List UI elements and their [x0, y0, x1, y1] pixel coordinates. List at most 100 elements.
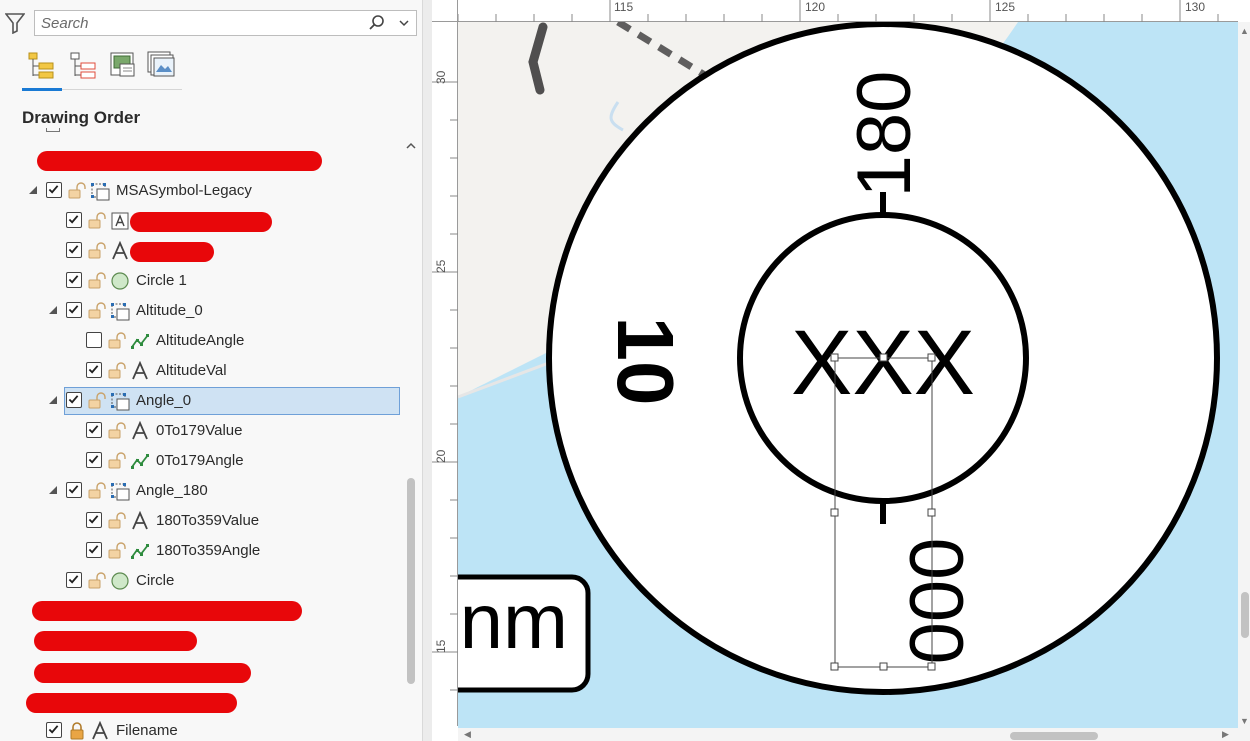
text-box-icon — [111, 212, 129, 230]
lock-icon[interactable] — [68, 722, 86, 740]
visibility-checkbox[interactable] — [66, 482, 82, 498]
tree-row-label: Altitude_0 — [136, 302, 203, 319]
ruler-label: 30 — [434, 70, 448, 84]
filter-icon[interactable] — [5, 12, 25, 34]
ruler-label: 15 — [434, 639, 448, 653]
unlock-icon[interactable] — [88, 242, 106, 260]
unlock-icon[interactable] — [88, 272, 106, 290]
circle-icon — [111, 572, 129, 590]
unlock-icon[interactable] — [88, 482, 106, 500]
center-label[interactable]: XXX — [791, 312, 975, 414]
tree-row[interactable]: Angle_0 — [0, 387, 400, 415]
scroll-up-icon[interactable]: ▲ — [1240, 26, 1249, 36]
unlock-icon[interactable] — [88, 392, 106, 410]
contents-pane: Drawing Order MSASymbol-Legacy Circle 1 Al… — [0, 0, 422, 741]
altitude-value[interactable]: 10 — [601, 317, 690, 406]
visibility-checkbox[interactable] — [66, 392, 82, 408]
visibility-checkbox[interactable] — [66, 242, 82, 258]
unlock-icon[interactable] — [88, 302, 106, 320]
ruler-label: 130 — [1185, 0, 1206, 14]
scroll-left-icon[interactable]: ◀ — [464, 729, 471, 740]
unlock-icon[interactable] — [108, 542, 126, 560]
unlock-icon[interactable] — [88, 572, 106, 590]
line-icon — [131, 544, 149, 559]
pane-splitter[interactable] — [422, 0, 432, 741]
visibility-checkbox[interactable] — [66, 272, 82, 288]
visibility-checkbox[interactable] — [86, 332, 102, 348]
text-icon — [92, 721, 108, 740]
tree-row[interactable]: 0To179Value — [0, 417, 400, 445]
list-by-drawing-order-icon[interactable] — [26, 50, 56, 80]
tree-row[interactable]: 180To359Value — [0, 507, 400, 535]
tree-row[interactable]: 180To359Angle — [0, 537, 400, 565]
unlock-icon[interactable] — [108, 512, 126, 530]
expand-triangle-icon[interactable] — [48, 305, 58, 315]
scroll-up-icon[interactable] — [405, 140, 417, 152]
tree-row[interactable] — [0, 207, 400, 235]
visibility-checkbox[interactable] — [66, 212, 82, 228]
ruler-corner — [432, 0, 458, 22]
scroll-down-icon[interactable]: ▼ — [1240, 716, 1249, 726]
redaction-mark — [32, 601, 302, 621]
layout-canvas[interactable]: 180 000 10 XXX nm — [458, 22, 1238, 728]
tree-row[interactable]: 0To179Angle — [0, 447, 400, 475]
line-icon — [131, 334, 149, 349]
unlock-icon[interactable] — [108, 362, 126, 380]
group-element-icon — [111, 393, 130, 411]
redaction-mark — [130, 212, 272, 232]
unlock-icon[interactable] — [68, 182, 86, 200]
visibility-checkbox[interactable] — [86, 512, 102, 528]
tree-row-label: 0To179Angle — [156, 452, 244, 469]
visibility-checkbox[interactable] — [86, 362, 102, 378]
canvas-horizontal-scrollbar-thumb[interactable] — [1010, 732, 1098, 740]
visibility-checkbox[interactable] — [86, 542, 102, 558]
redaction-mark — [37, 151, 322, 171]
expand-triangle-icon[interactable] — [48, 485, 58, 495]
list-by-map-series-icon[interactable] — [146, 50, 176, 80]
ruler-label: 125 — [995, 0, 1016, 14]
text-icon — [132, 361, 148, 380]
circle-icon — [111, 272, 129, 290]
expand-triangle-icon[interactable] — [28, 185, 38, 195]
tree-row[interactable]: AltitudeVal — [0, 357, 400, 385]
search-icon[interactable] — [368, 14, 386, 32]
visibility-checkbox[interactable] — [46, 182, 62, 198]
tree-row[interactable]: AltitudeAngle — [0, 327, 400, 355]
visibility-checkbox[interactable] — [86, 452, 102, 468]
redaction-mark — [34, 631, 197, 651]
map-drawing: 180 000 10 XXX nm — [458, 22, 1220, 695]
tree-row[interactable]: Circle — [0, 567, 400, 595]
list-by-layout-icon[interactable] — [108, 50, 138, 80]
tree-row-label: AltitudeAngle — [156, 332, 245, 349]
unlock-icon[interactable] — [108, 332, 126, 350]
canvas-horizontal-scrollbar[interactable]: ◀ ▶ — [458, 728, 1250, 741]
vertical-ruler-ticks — [432, 81, 458, 691]
distance-label-text[interactable]: nm — [460, 577, 568, 665]
tree-row-label: 0To179Value — [156, 422, 243, 439]
tree-row[interactable]: Filename — [0, 717, 400, 741]
visibility-checkbox[interactable] — [66, 572, 82, 588]
tree-row[interactable]: Angle_180 — [0, 477, 400, 505]
visibility-checkbox[interactable] — [46, 722, 62, 738]
angle-0-value[interactable]: 000 — [893, 538, 978, 665]
chevron-down-icon[interactable] — [398, 17, 410, 29]
expand-triangle-icon[interactable] — [48, 395, 58, 405]
unlock-icon[interactable] — [108, 422, 126, 440]
tree-row[interactable]: Circle 1 — [0, 267, 400, 295]
list-by-selection-icon[interactable] — [68, 50, 98, 80]
angle-180-value[interactable]: 180 — [842, 71, 927, 198]
tree-row-label: 180To359Angle — [156, 542, 261, 559]
tree-row[interactable]: MSASymbol-Legacy — [0, 177, 400, 205]
tree-scrollbar-thumb[interactable] — [407, 478, 415, 684]
line-icon — [131, 454, 149, 469]
tree-row[interactable]: Altitude_0 — [0, 297, 400, 325]
unlock-icon[interactable] — [108, 452, 126, 470]
scroll-right-icon[interactable]: ▶ — [1222, 729, 1229, 740]
search-input[interactable] — [41, 14, 361, 32]
tree-row[interactable] — [0, 237, 400, 265]
visibility-checkbox[interactable] — [66, 302, 82, 318]
visibility-checkbox[interactable] — [86, 422, 102, 438]
unlock-icon[interactable] — [88, 212, 106, 230]
search-box[interactable] — [34, 10, 417, 36]
canvas-vertical-scrollbar-thumb[interactable] — [1241, 592, 1249, 638]
